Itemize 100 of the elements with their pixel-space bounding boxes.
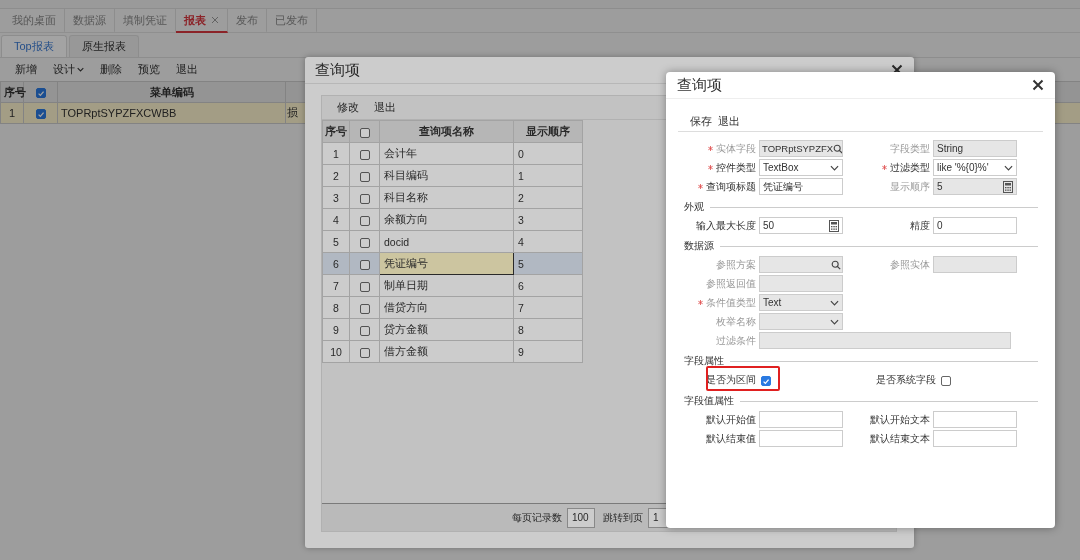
checkbox[interactable]: [941, 376, 951, 387]
table-cell: 科目编码: [379, 164, 514, 187]
field-label: 参照方案: [716, 257, 756, 272]
table-cell: 借方金额: [379, 340, 514, 363]
field-label: 实体字段: [716, 141, 756, 156]
chevron-down-icon: [77, 67, 84, 72]
toolbar-button[interactable]: 删除: [100, 62, 122, 77]
column-header: 序号: [322, 120, 350, 143]
input-field[interactable]: [759, 256, 843, 273]
chevron-down-icon[interactable]: [830, 318, 839, 325]
number-field[interactable]: 50: [759, 217, 843, 234]
checkbox[interactable]: [359, 325, 370, 336]
section-title: 外观: [684, 200, 704, 214]
field-label: 默认开始值: [706, 412, 756, 427]
table-cell: 2: [322, 164, 350, 187]
field-label: 参照返回值: [706, 276, 756, 291]
field-label: 参照实体: [890, 257, 930, 272]
table-cell: 借贷方向: [379, 296, 514, 319]
table-cell: 5: [322, 230, 350, 253]
input-field[interactable]: [759, 411, 843, 428]
pager-label: 每页记录数: [512, 510, 562, 525]
column-header: 查询项名称: [379, 120, 514, 143]
table-cell: 制单日期: [379, 274, 514, 297]
input-field[interactable]: [933, 411, 1017, 428]
toolbar-button[interactable]: 退出: [718, 113, 740, 129]
field-label: 输入最大长度: [696, 218, 756, 233]
table-cell: docid: [379, 230, 514, 253]
checkbox[interactable]: [359, 303, 370, 314]
column-header: 显示顺序: [513, 120, 583, 143]
table-cell: 6: [322, 252, 350, 275]
table-cell: 3: [322, 186, 350, 209]
field-label: 字段类型: [890, 141, 930, 156]
table-cell: 凭证编号: [379, 252, 514, 275]
page-size-field[interactable]: 100: [567, 507, 595, 528]
toolbar-button[interactable]: 退出: [176, 62, 198, 77]
toolbar-button[interactable]: 设计: [53, 62, 84, 77]
section-title: 字段属性: [684, 354, 724, 368]
table-cell: 会计年: [379, 142, 514, 165]
checkbox[interactable]: [359, 149, 370, 160]
toolbar-button[interactable]: 新增: [15, 62, 37, 77]
close-icon[interactable]: [1032, 79, 1044, 91]
table-cell: 1: [0, 102, 24, 124]
table-cell: 1: [322, 142, 350, 165]
calculator-icon[interactable]: [829, 219, 839, 232]
chevron-down-icon[interactable]: [1004, 164, 1013, 171]
table-cell: 7: [322, 274, 350, 297]
table-cell: 余额方向: [379, 208, 514, 231]
field-label: 显示顺序: [890, 179, 930, 194]
checkbox[interactable]: [359, 237, 370, 248]
table-cell: 8: [322, 296, 350, 319]
input-field[interactable]: [759, 332, 1011, 349]
table-cell: 贷方金额: [379, 318, 514, 341]
input-field[interactable]: 0: [933, 217, 1017, 234]
table-cell: 9: [322, 318, 350, 341]
section-title: 数据源: [684, 239, 714, 253]
field-label: 过滤类型: [890, 160, 930, 175]
field-label: 枚举名称: [716, 314, 756, 329]
table-cell: 科目名称: [379, 186, 514, 209]
field-label: 默认开始文本: [870, 412, 930, 427]
toolbar-button[interactable]: 保存: [690, 113, 712, 129]
checkbox[interactable]: [359, 347, 370, 358]
select-field[interactable]: TextBox: [759, 159, 843, 176]
pager-label: 跳转到页: [603, 510, 643, 525]
chevron-down-icon[interactable]: [830, 164, 839, 171]
select-field[interactable]: like '%{0}%': [933, 159, 1017, 176]
field-label: 是否系统字段: [875, 373, 936, 387]
checkbox[interactable]: [35, 88, 46, 99]
toolbar-button[interactable]: 预览: [138, 62, 160, 77]
dialog-title: 查询项: [315, 60, 360, 80]
column-header: 序号: [0, 81, 24, 103]
checkbox[interactable]: [35, 109, 46, 120]
toolbar-button[interactable]: 修改: [337, 100, 359, 115]
input-field[interactable]: 凭证编号: [759, 178, 843, 195]
table-cell: TOPRptSYPZFXCWBB: [57, 102, 286, 124]
dialog-title: 查询项: [677, 75, 722, 95]
calculator-icon[interactable]: [1003, 180, 1013, 193]
column-header: 菜单编码: [57, 81, 286, 103]
input-field[interactable]: [933, 256, 1017, 273]
input-field[interactable]: [933, 430, 1017, 447]
input-field[interactable]: [759, 275, 843, 292]
section-title: 字段值属性: [684, 394, 734, 408]
toolbar-button[interactable]: 退出: [374, 100, 396, 115]
input-field[interactable]: [759, 430, 843, 447]
checkbox[interactable]: [761, 376, 771, 387]
search-icon[interactable]: [831, 259, 841, 270]
checkbox[interactable]: [359, 259, 370, 270]
checkbox[interactable]: [359, 171, 370, 182]
checkbox[interactable]: [359, 127, 370, 138]
chevron-down-icon[interactable]: [830, 299, 839, 306]
field-label: 默认结束值: [706, 431, 756, 446]
field-label: 控件类型: [716, 160, 756, 175]
select-field[interactable]: [759, 313, 843, 330]
field-label: 过滤条件: [716, 333, 756, 348]
checkbox[interactable]: [359, 215, 370, 226]
search-icon[interactable]: [833, 143, 842, 154]
table-cell: 4: [322, 208, 350, 231]
checkbox[interactable]: [359, 281, 370, 292]
tab[interactable]: 原生报表: [68, 35, 139, 57]
field-label: 条件值类型: [706, 295, 756, 310]
checkbox[interactable]: [359, 193, 370, 204]
